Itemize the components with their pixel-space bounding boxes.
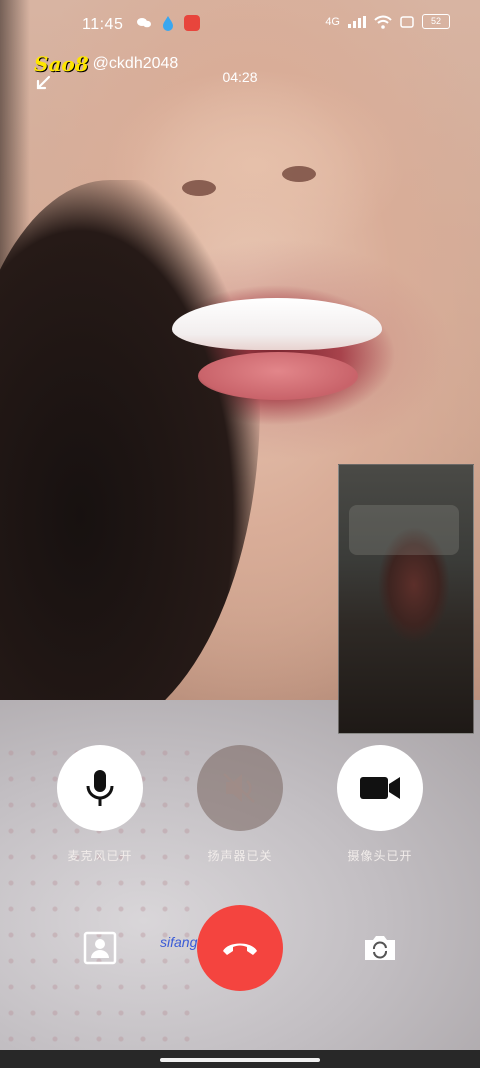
app-notification-icon [184,15,200,31]
status-time: 11:45 [82,16,124,33]
microphone-icon [86,770,114,806]
home-indicator[interactable] [160,1058,320,1062]
video-camera-icon [360,777,400,799]
mic-status-label: 麦克风已开 [67,849,133,863]
tongue [198,352,358,400]
camera-control: 摄像头已开 [337,745,423,863]
wifi-icon [374,15,392,29]
mic-toggle-button[interactable] [57,745,143,831]
speaker-toggle-button[interactable] [197,745,283,831]
contact-card-button[interactable] [82,930,118,966]
battery-indicator: 52 [422,14,450,29]
hang-up-button[interactable] [197,905,283,991]
signal-icon [348,15,366,28]
speaker-status-label: 扬声器已关 [207,849,273,863]
call-action-bar: sifangds.net [0,905,480,995]
speaker-control: 扬声器已关 [197,745,283,863]
status-bar: 11:45 4G 52 [0,0,480,50]
hang-up-phone-icon [223,943,257,955]
switch-camera-icon [365,936,395,960]
camera-status-label: 摄像头已开 [347,849,413,863]
network-type: 4G [325,15,340,28]
nostril-right [282,166,316,182]
camera-toggle-button[interactable] [337,745,423,831]
sim-icon [400,15,414,28]
teeth [172,298,382,350]
preview-background [349,505,459,555]
droplet-notification-icon [160,15,176,31]
hair [0,180,260,740]
status-right: 4G 52 [325,14,450,29]
contact-card-icon [83,931,117,965]
call-duration: 04:28 [222,69,258,85]
local-video-preview[interactable] [338,464,474,734]
nostril-left [182,180,216,196]
notification-icons [136,15,200,31]
mic-control: 麦克风已开 [57,745,143,863]
switch-camera-button[interactable] [362,930,398,966]
chat-notification-icon [136,15,152,31]
speaker-muted-icon [223,773,255,803]
